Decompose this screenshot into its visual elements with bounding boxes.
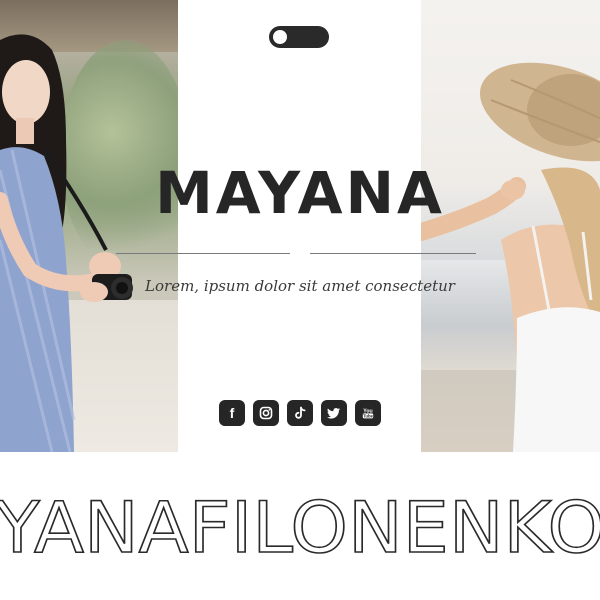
instagram-icon[interactable] [253, 400, 279, 426]
twitter-icon[interactable] [321, 400, 347, 426]
toggle-knob [273, 30, 287, 44]
facebook-icon[interactable]: f [219, 400, 245, 426]
theme-toggle[interactable] [269, 26, 329, 48]
site-title: MAYANA [155, 159, 445, 227]
divider-left [116, 253, 290, 254]
wordmark-text: YANAFILONENKO [0, 487, 600, 569]
svg-text:Tube: Tube [363, 413, 373, 418]
outlined-wordmark: YANAFILONENKO [0, 470, 600, 590]
youtube-icon[interactable]: You Tube [355, 400, 381, 426]
svg-text:f: f [230, 405, 235, 421]
divider-right [310, 253, 476, 254]
social-links: f You Tube [219, 400, 381, 426]
tiktok-icon[interactable] [287, 400, 313, 426]
tagline: Lorem, ipsum dolor sit amet consectetur [145, 277, 455, 295]
